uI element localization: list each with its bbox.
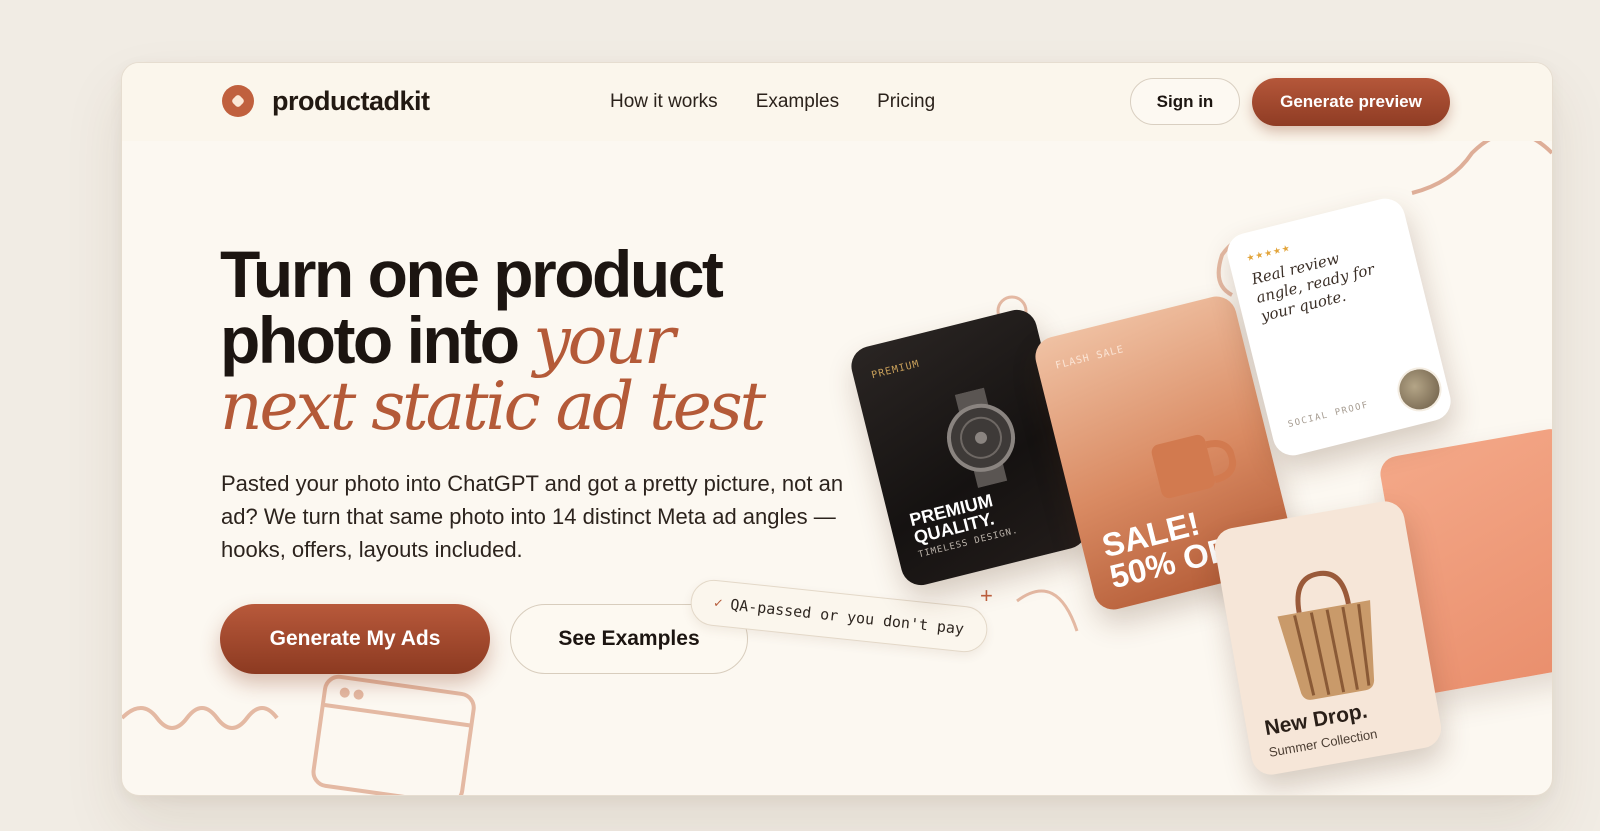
- hero-heading: Turn one product photo into your next st…: [220, 237, 766, 445]
- brand-logo[interactable]: productadkit: [222, 85, 430, 117]
- card-caption: SOCIAL PROOF: [1287, 400, 1371, 431]
- window-icon: [311, 674, 476, 795]
- mug-icon: [1151, 434, 1237, 499]
- brand-name: productadkit: [272, 85, 430, 116]
- check-icon: ✓: [713, 594, 724, 612]
- avatar: [1392, 362, 1447, 417]
- card-tag: FLASH SALE: [1054, 344, 1126, 372]
- nav-link-how-it-works[interactable]: How it works: [610, 91, 718, 113]
- main-nav: How it works Examples Pricing: [610, 91, 935, 113]
- watch-icon: [947, 387, 1016, 489]
- nav-link-examples[interactable]: Examples: [756, 91, 839, 113]
- card-tag: PREMIUM: [870, 358, 921, 382]
- hero-heading-line-1: Turn one product: [220, 237, 724, 311]
- bag-icon: [1277, 570, 1375, 700]
- logo-icon: [222, 85, 254, 117]
- plus-icon: +: [980, 583, 993, 608]
- hero-heading-line-2: photo into: [220, 303, 520, 377]
- generate-my-ads-button[interactable]: Generate My Ads: [220, 604, 490, 674]
- nav-link-pricing[interactable]: Pricing: [877, 91, 935, 113]
- hero-subtitle: Pasted your photo into ChatGPT and got a…: [221, 471, 844, 562]
- browser-frame: productadkit How it works Examples Prici…: [121, 62, 1553, 796]
- generate-preview-button[interactable]: Generate preview: [1252, 78, 1450, 126]
- hero-heading-italic-2: next static ad test: [220, 368, 766, 445]
- sign-in-button[interactable]: Sign in: [1130, 78, 1240, 125]
- top-navigation: productadkit How it works Examples Prici…: [122, 63, 1552, 141]
